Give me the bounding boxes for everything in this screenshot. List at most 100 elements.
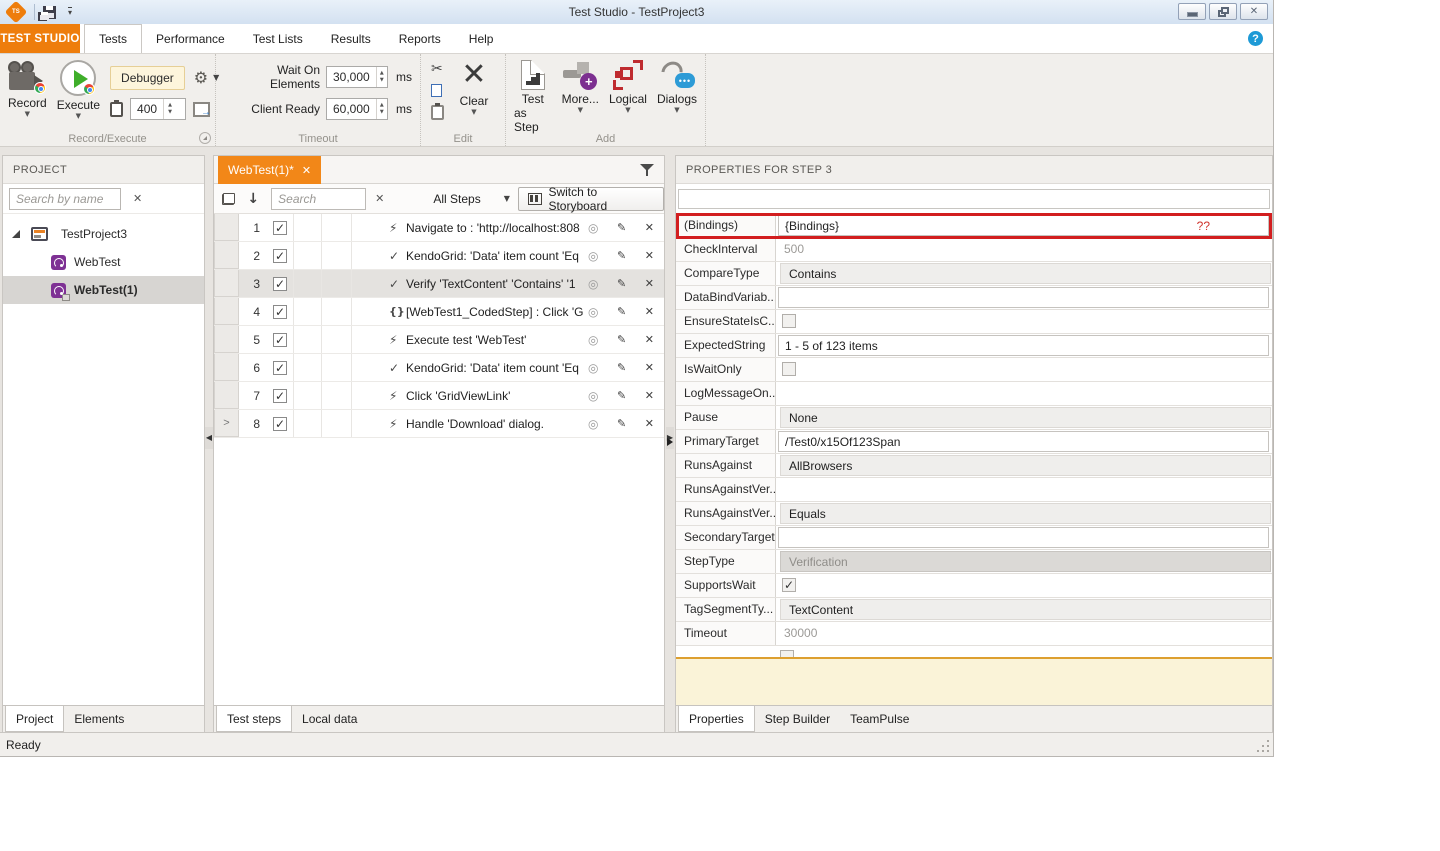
restore-button[interactable] <box>1209 3 1237 20</box>
document-tab-webtest1[interactable]: WebTest(1)* ✕ <box>218 156 322 184</box>
step-delete-icon[interactable]: ✕ <box>645 362 654 373</box>
dialog-launcher-icon[interactable] <box>199 132 211 144</box>
property-value[interactable]: ✓ <box>776 574 1272 597</box>
property-checkbox[interactable]: ✓ <box>782 578 796 592</box>
property-row[interactable]: PrimaryTarget /Test0/x15Of123Span <box>667 430 1272 454</box>
gear-icon[interactable]: ⚙ <box>194 70 208 86</box>
step-delete-icon[interactable]: ✕ <box>645 306 654 317</box>
tab-project[interactable]: Project <box>5 706 65 732</box>
property-row[interactable]: Timeout 30000 <box>676 622 1272 646</box>
property-row[interactable]: RunsAgainstVer... Equals <box>676 502 1272 526</box>
cut-icon[interactable]: ✂ <box>431 62 444 76</box>
tab-test-steps[interactable]: Test steps <box>216 706 293 732</box>
step-enabled-checkbox[interactable]: ✓ <box>273 276 287 291</box>
close-button[interactable]: ✕ <box>1240 3 1268 20</box>
tab-help[interactable]: Help <box>455 24 508 53</box>
property-row[interactable]: SupportsWait ✓ <box>676 574 1272 598</box>
property-value[interactable]: TextContent <box>776 598 1272 621</box>
logical-button[interactable]: Logical ▼ <box>609 60 647 134</box>
step-delete-icon[interactable]: ✕ <box>645 418 654 429</box>
property-value[interactable] <box>776 526 1272 549</box>
property-value[interactable] <box>776 358 1272 381</box>
tab-close-icon[interactable]: ✕ <box>302 165 311 176</box>
tab-performance[interactable]: Performance <box>142 24 239 53</box>
project-search-input[interactable] <box>9 187 121 210</box>
tab-step-builder[interactable]: Step Builder <box>755 706 840 732</box>
step-row[interactable]: 6 ✓ ✓ KendoGrid: 'Data' item count 'Eq ◎… <box>214 354 664 382</box>
project-search-clear-icon[interactable]: ✕ <box>133 193 142 204</box>
property-row[interactable]: StepType Verification <box>676 550 1272 574</box>
step-enabled-checkbox[interactable]: ✓ <box>273 220 287 235</box>
annotation-icon[interactable] <box>110 99 124 117</box>
step-delete-icon[interactable]: ✕ <box>645 250 654 261</box>
step-edit-icon[interactable]: ✎ <box>617 390 626 401</box>
property-row[interactable]: Pause None <box>676 406 1272 430</box>
step-target-icon[interactable]: ◎ <box>588 250 598 262</box>
step-delete-icon[interactable]: ✕ <box>645 334 654 345</box>
property-row[interactable]: RunsAgainst AllBrowsers <box>676 454 1272 478</box>
properties-filter-input[interactable] <box>678 189 1270 209</box>
tab-reports[interactable]: Reports <box>385 24 455 53</box>
property-checkbox[interactable] <box>782 314 796 328</box>
debugger-button[interactable]: Debugger <box>110 66 185 90</box>
step-edit-icon[interactable]: ✎ <box>617 362 626 373</box>
tab-teampulse[interactable]: TeamPulse <box>840 706 919 732</box>
step-target-icon[interactable]: ◎ <box>588 390 598 402</box>
execute-dropdown-icon[interactable]: ▼ <box>76 113 81 120</box>
client-ready-spinner[interactable]: 60,000 ▲ ▼ <box>326 98 388 120</box>
step-edit-icon[interactable]: ✎ <box>617 306 626 317</box>
step-gutter[interactable] <box>214 242 239 269</box>
property-value[interactable]: 30000 <box>776 622 1272 645</box>
step-row[interactable]: 7 ✓ ⚡ Click 'GridViewLink' ◎ ✎ ✕ <box>214 382 664 410</box>
property-value[interactable] <box>776 310 1272 333</box>
logical-dropdown-icon[interactable]: ▼ <box>625 107 630 114</box>
step-target-icon[interactable]: ◎ <box>588 362 598 374</box>
tab-results[interactable]: Results <box>317 24 385 53</box>
steps-search-clear-icon[interactable]: ✕ <box>375 193 384 204</box>
step-row[interactable]: 3 ✓ ✓ Verify 'TextContent' 'Contains' '1… <box>214 270 664 298</box>
step-gutter[interactable] <box>214 298 239 325</box>
step-gutter[interactable] <box>214 354 239 381</box>
step-gutter[interactable]: > <box>214 410 239 437</box>
tree-item-webtest1[interactable]: WebTest(1) <box>3 276 204 304</box>
property-value[interactable]: Verification <box>776 550 1272 573</box>
steps-filter-select[interactable]: All Steps ▼ <box>410 192 510 206</box>
property-row[interactable]: IsWaitOnly <box>676 358 1272 382</box>
tab-test-lists[interactable]: Test Lists <box>239 24 317 53</box>
open-window-icon[interactable] <box>193 101 211 118</box>
step-gutter[interactable] <box>214 326 239 353</box>
step-edit-icon[interactable]: ✎ <box>617 250 626 261</box>
tab-tests[interactable]: Tests <box>84 24 143 53</box>
property-row[interactable]: EnsureStateIsC... <box>676 310 1272 334</box>
property-row[interactable]: SecondaryTarget <box>676 526 1272 550</box>
step-row[interactable]: 4 ✓ {} [WebTest1_CodedStep] : Click 'G ◎… <box>214 298 664 326</box>
step-gutter[interactable] <box>214 214 239 241</box>
step-row[interactable]: > 8 ✓ ⚡ Handle 'Download' dialog. ◎ ✎ ✕ <box>214 410 664 438</box>
collapse-icon[interactable] <box>12 230 20 238</box>
clear-button[interactable]: ✕ Clear ▼ <box>454 58 494 124</box>
property-value[interactable]: 1 - 5 of 123 items <box>776 334 1272 357</box>
property-row[interactable]: CheckInterval 500 <box>676 238 1272 262</box>
step-delete-icon[interactable]: ✕ <box>645 222 654 233</box>
step-edit-icon[interactable]: ✎ <box>617 278 626 289</box>
clear-dropdown-icon[interactable]: ▼ <box>471 109 476 116</box>
step-target-icon[interactable]: ◎ <box>588 278 598 290</box>
property-row[interactable]: DataBindVariab... <box>676 286 1272 310</box>
property-row[interactable]: TagSegmentTy... TextContent <box>676 598 1272 622</box>
dialogs-button[interactable]: ••• Dialogs ▼ <box>657 57 697 134</box>
app-menu-button[interactable]: TEST STUDIO <box>0 24 80 53</box>
step-gutter[interactable] <box>214 270 239 297</box>
property-value[interactable] <box>776 286 1272 309</box>
property-value[interactable]: None <box>776 406 1272 429</box>
step-target-icon[interactable]: ◎ <box>588 306 598 318</box>
property-value[interactable]: Equals <box>776 502 1272 525</box>
step-gutter[interactable] <box>214 382 239 409</box>
step-row[interactable]: 1 ✓ ⚡ Navigate to : 'http://localhost:80… <box>214 214 664 242</box>
step-target-icon[interactable]: ◎ <box>588 418 598 430</box>
step-delete-icon[interactable]: ✕ <box>645 390 654 401</box>
step-enabled-checkbox[interactable]: ✓ <box>273 388 287 403</box>
steps-search-input[interactable] <box>271 187 367 210</box>
more-button[interactable]: + More... ▼ <box>562 60 599 134</box>
property-row[interactable]: CompareType Contains <box>676 262 1272 286</box>
property-value[interactable]: Contains <box>776 262 1272 285</box>
